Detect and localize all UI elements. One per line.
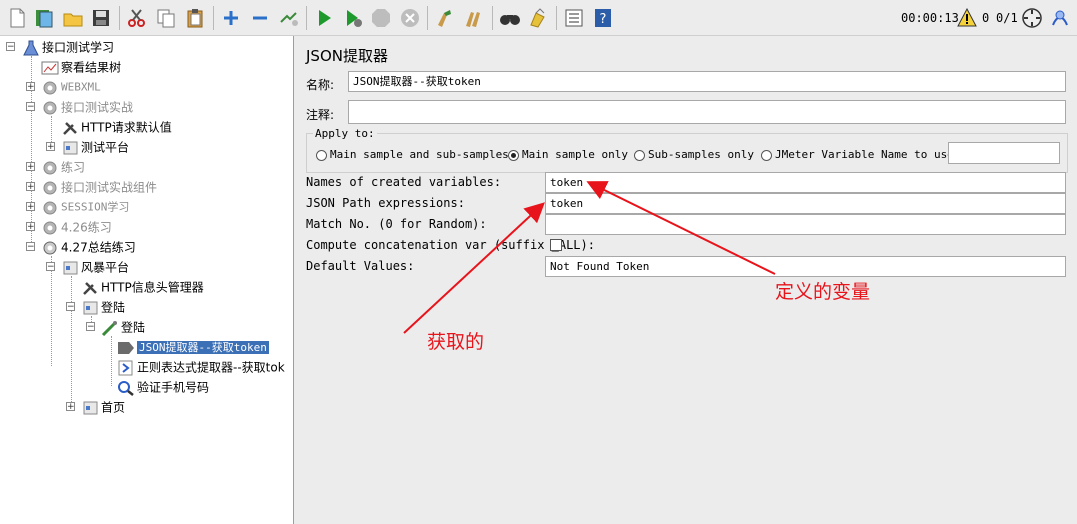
annotation-arrows <box>403 181 776 334</box>
arrow-to-variables <box>586 181 776 275</box>
annotation-obtained: 获取的 <box>427 331 485 353</box>
arrow-to-json-path <box>403 202 545 334</box>
annotation-defined-variable: 定义的变量 <box>775 281 871 303</box>
